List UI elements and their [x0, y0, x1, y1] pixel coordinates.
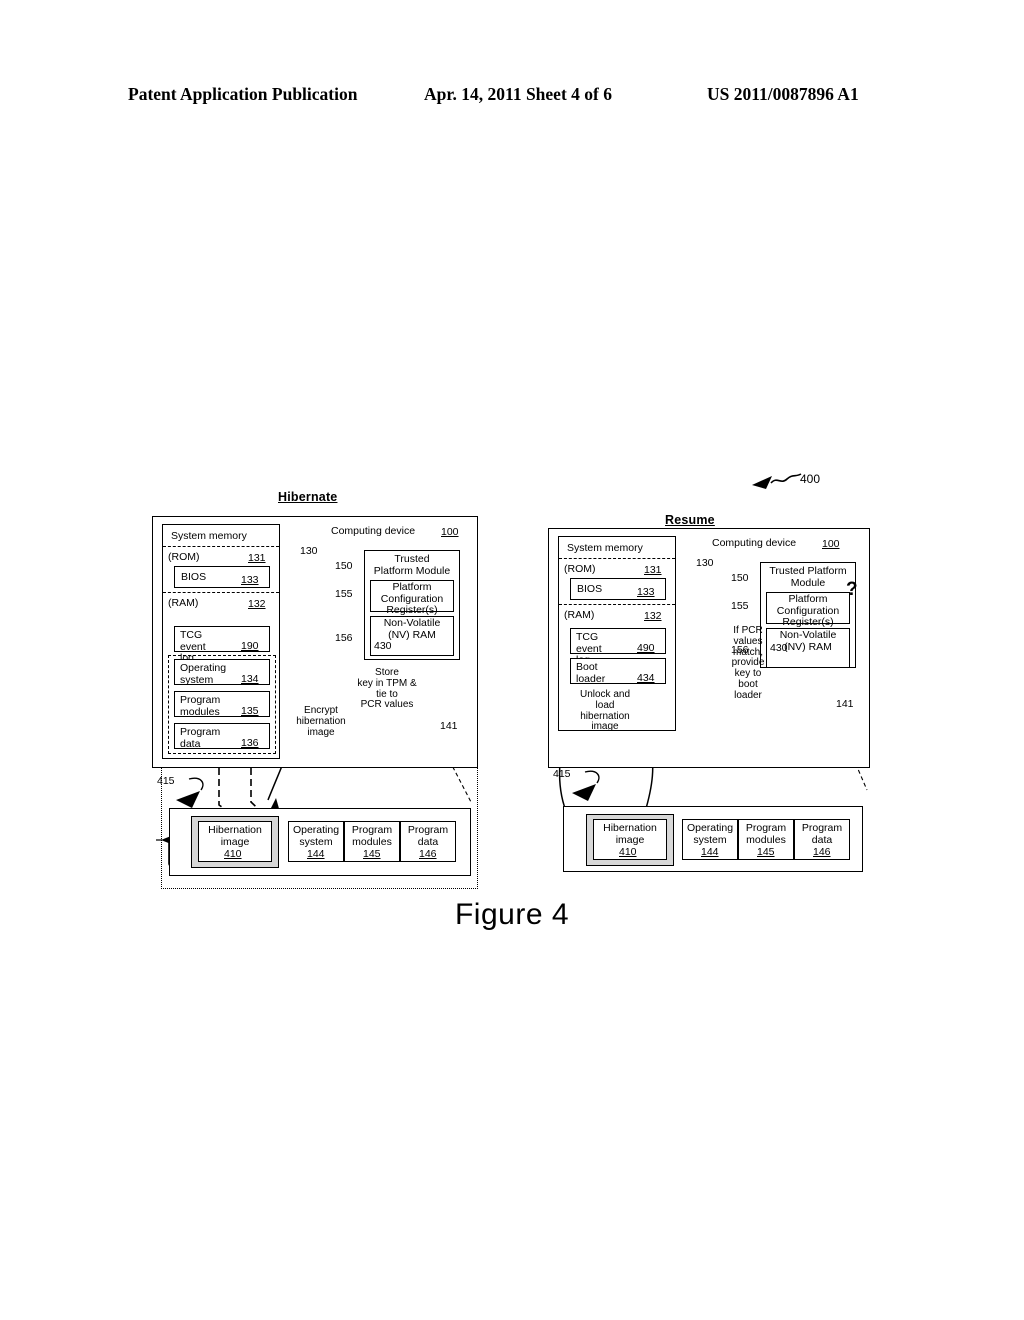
resume-tpm-ref: 150	[731, 572, 749, 584]
hibernate-computing-device-label: Computing device	[331, 525, 416, 537]
hibernate-ram-num: 132	[248, 598, 266, 610]
resume-hibernation-image-label: Hibernation image	[603, 822, 657, 846]
hibernate-hibernation-image-label: Hibernation image	[208, 824, 262, 848]
hibernate-program-modules-label: Program modules	[180, 694, 221, 718]
resume-lock-arrow	[572, 784, 596, 801]
hibernate-program-data-num: 136	[241, 737, 259, 749]
hibernate-hibernation-image-num: 410	[224, 848, 242, 860]
hibernate-storage-modules-num: 145	[363, 848, 381, 860]
hibernate-store-key-annotation: Store key in TPM & tie to PCR values	[357, 667, 417, 711]
resume-boot-loader-label: Boot loader	[576, 661, 606, 685]
resume-title: Resume	[665, 513, 715, 527]
resume-question-mark: ?	[846, 579, 858, 600]
hibernate-tpm-label: Trusted Platform Module	[373, 553, 451, 577]
resume-bios-label: BIOS	[577, 583, 603, 595]
hibernate-nvram-ref: 156	[335, 632, 353, 644]
resume-lock-ref: 415	[553, 768, 571, 780]
hibernate-computing-device-num: 100	[441, 526, 459, 538]
figure-overall-ref: 400	[800, 472, 821, 486]
hibernate-storage-os-num: 144	[307, 848, 325, 860]
hibernate-ram-divider	[163, 592, 279, 593]
hibernate-drive-ref: 141	[440, 720, 458, 732]
resume-unlock-annotation: Unlock and load hibernation image	[579, 689, 631, 733]
resume-computing-device-label: Computing device	[712, 537, 797, 549]
resume-pcr-label: Platform Configuration Register(s)	[776, 593, 840, 628]
resume-storage-data-num: 146	[813, 846, 831, 858]
resume-rom-label: (ROM)	[564, 563, 596, 575]
hibernate-os-label: Operating system	[180, 662, 227, 686]
resume-rom-divider	[559, 558, 675, 559]
figure-4-drawing: Hibernate Computing device 100 System me…	[0, 450, 1024, 910]
hibernate-bios-label: BIOS	[181, 571, 207, 583]
hibernate-rom-divider	[163, 546, 279, 547]
hibernate-rom-label: (ROM)	[168, 551, 200, 563]
resume-lock-leader	[584, 770, 600, 784]
resume-storage-os-num: 144	[701, 846, 719, 858]
figure-caption: Figure 4	[454, 898, 570, 931]
hibernate-tpm-ref: 150	[335, 560, 353, 572]
hibernate-storage-os-label: Operating system	[292, 824, 340, 848]
resume-storage-modules-label: Program modules	[745, 822, 787, 846]
publication-date-sheet: Apr. 14, 2011 Sheet 4 of 6	[424, 84, 612, 104]
hibernate-ram-label: (RAM)	[168, 597, 199, 609]
resume-if-pcr-annotation: If PCR values match, provide key to boot…	[731, 625, 765, 701]
resume-storage-os-label: Operating system	[686, 822, 734, 846]
resume-tcg-log-num: 490	[637, 642, 655, 654]
hibernate-os-num: 134	[241, 673, 259, 685]
resume-storage-modules-num: 145	[757, 846, 775, 858]
hibernate-program-data-label: Program data	[180, 726, 221, 750]
hibernate-lock-ref: 415	[157, 775, 175, 787]
resume-tpm-label: Trusted Platform Module	[769, 565, 847, 589]
resume-computing-device-num: 100	[822, 538, 840, 550]
hibernate-nvram-label: Non-Volatile (NV) RAM	[383, 617, 441, 641]
resume-drive-ref: 141	[836, 698, 854, 710]
hibernate-key-num: 430	[374, 640, 392, 652]
resume-hibernation-image-num: 410	[619, 846, 637, 858]
resume-system-memory-label: System memory	[567, 542, 643, 554]
figure-ref-leader	[752, 473, 802, 489]
hibernate-title: Hibernate	[278, 490, 338, 504]
hibernate-system-memory-label: System memory	[171, 530, 247, 542]
resume-storage-data-label: Program data	[801, 822, 843, 846]
resume-pcr-ref: 155	[731, 600, 749, 612]
hibernate-storage-data-label: Program data	[407, 824, 449, 848]
publication-type: Patent Application Publication	[128, 84, 358, 104]
publication-number: US 2011/0087896 A1	[707, 84, 859, 104]
resume-rom-num: 131	[644, 564, 662, 576]
hibernate-bios-num: 133	[241, 574, 259, 586]
hibernate-storage-data-num: 146	[419, 848, 437, 860]
hibernate-tcg-log-num: 190	[241, 640, 259, 652]
hibernate-rom-num: 131	[248, 552, 266, 564]
resume-system-memory-ref: 130	[696, 557, 714, 569]
hibernate-pcr-label: Platform Configuration Register(s)	[380, 581, 444, 616]
resume-boot-loader-num: 434	[637, 672, 655, 684]
hibernate-program-modules-num: 135	[241, 705, 259, 717]
hibernate-pcr-ref: 155	[335, 588, 353, 600]
hibernate-encrypt-annotation: Encrypt hibernation image	[296, 705, 346, 738]
hibernate-storage-modules-label: Program modules	[351, 824, 393, 848]
hibernate-system-memory-ref: 130	[300, 545, 318, 557]
publication-header: Patent Application Publication Apr. 14, …	[0, 84, 1024, 110]
